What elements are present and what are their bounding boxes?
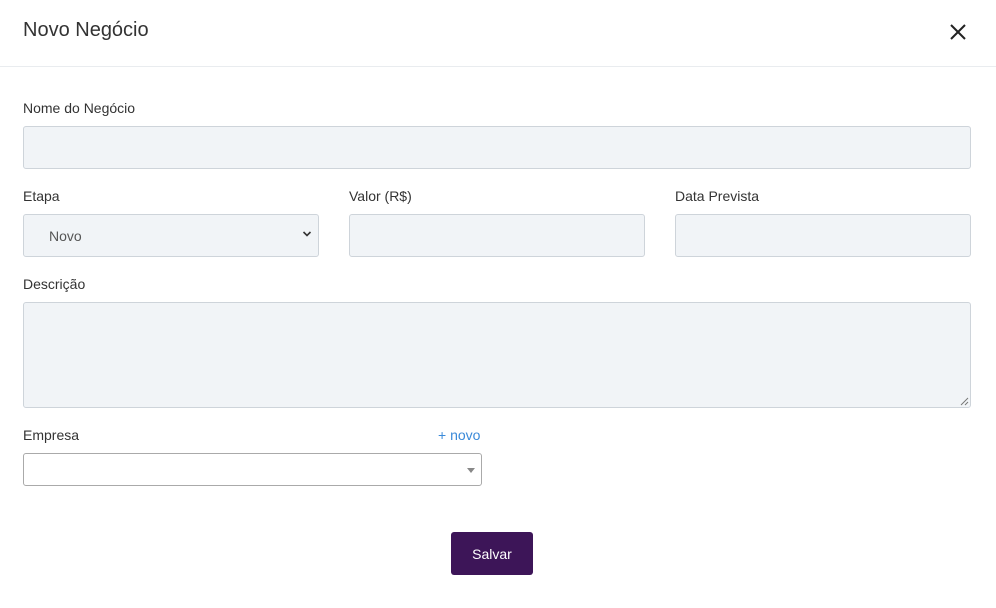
description-label: Descrição (23, 276, 86, 292)
new-deal-modal: Novo Negócio Nome do Negócio Etapa Novo … (0, 0, 996, 608)
date-label: Data Prevista (675, 188, 760, 204)
deal-name-label: Nome do Negócio (23, 100, 136, 116)
close-icon (950, 24, 966, 40)
save-button[interactable]: Salvar (451, 532, 533, 575)
date-input[interactable] (675, 214, 971, 257)
modal-header: Novo Negócio (0, 0, 996, 67)
description-textarea[interactable] (23, 302, 971, 408)
value-input[interactable] (349, 214, 645, 257)
company-select[interactable] (23, 453, 482, 486)
value-label: Valor (R$) (349, 188, 412, 204)
stage-label: Etapa (23, 188, 60, 204)
caret-down-icon (467, 468, 475, 473)
new-company-link[interactable]: + novo (438, 427, 480, 443)
deal-name-input[interactable] (23, 126, 971, 169)
stage-select[interactable]: Novo (23, 214, 319, 257)
close-button[interactable] (946, 20, 970, 44)
stage-selected-value: Novo (49, 228, 82, 244)
chevron-down-icon (302, 231, 312, 237)
company-label: Empresa (23, 427, 80, 443)
modal-title: Novo Negócio (23, 19, 149, 41)
resize-handle-icon[interactable] (959, 396, 969, 406)
